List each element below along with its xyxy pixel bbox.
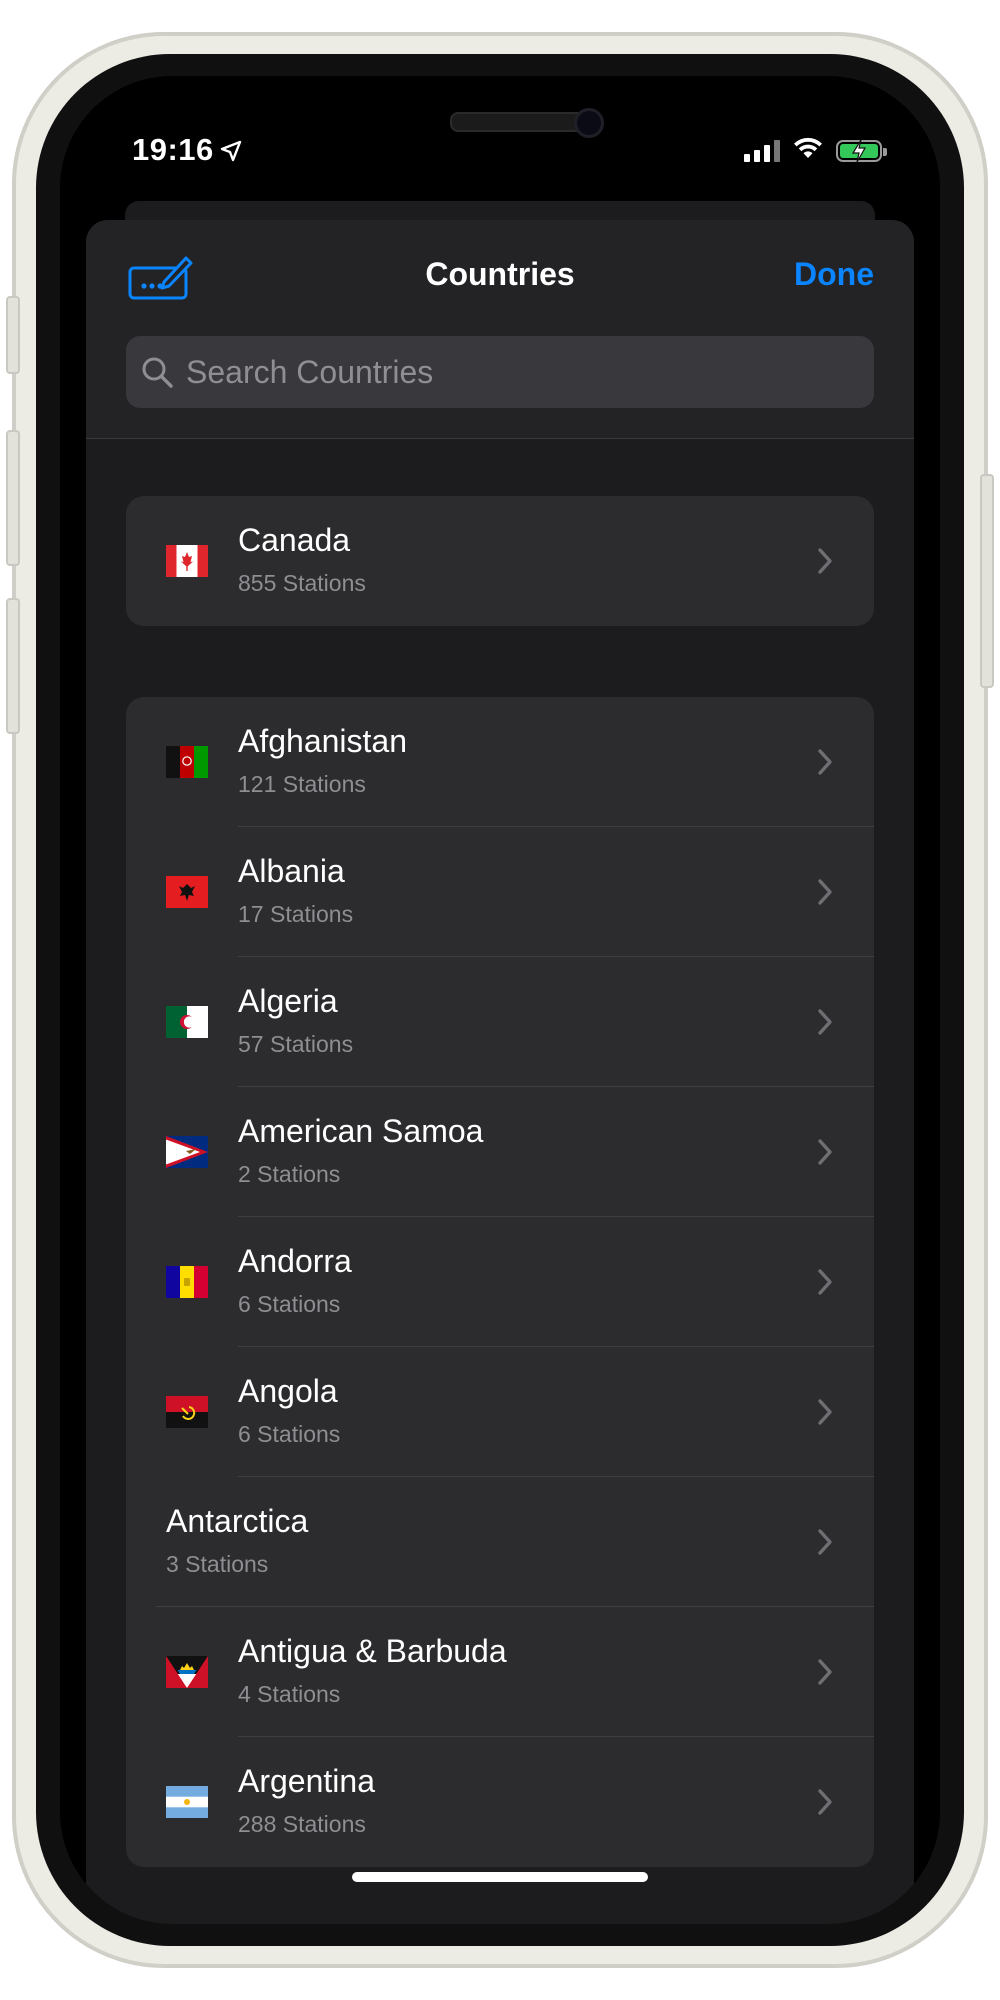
power-button [980,474,994,688]
country-row-andorra[interactable]: Andorra 6 Stations [126,1217,874,1347]
cellular-signal-icon [744,139,780,162]
countries-sheet: Countries Done Canada 855 Stations [86,220,914,1924]
country-row-antigua-barbuda[interactable]: Antigua & Barbuda 4 Stations [126,1607,874,1737]
status-indicators [744,136,887,165]
station-count: 57 Stations [238,1031,354,1057]
canada-flag-icon [166,545,208,577]
screen: 19:16 Countries Done Search Countries Ca… [60,76,940,1924]
country-name: Angola [238,1373,338,1409]
featured-country-group: Canada 855 Stations [126,496,874,626]
chevron-right-icon [818,1269,832,1295]
station-count: 6 Stations [238,1291,341,1317]
search-bar[interactable] [126,336,874,408]
country-name: Albania [238,853,345,889]
station-count: 121 Stations [238,771,366,797]
status-time: 19:16 [132,132,242,170]
andorra-flag-icon [166,1266,208,1298]
angola-flag-icon [166,1396,208,1428]
volume-down-button [6,598,20,734]
battery-icon [836,139,887,162]
chevron-right-icon [818,879,832,905]
country-row-afghanistan[interactable]: Afghanistan 121 Stations [126,697,874,827]
station-count: 288 Stations [238,1811,366,1837]
country-name: Afghanistan [238,723,408,759]
argentina-flag-icon [166,1786,208,1818]
chevron-right-icon [818,1529,832,1555]
albania-flag-icon [166,876,208,908]
chevron-right-icon [818,1659,832,1685]
search-icon [142,357,173,388]
chevron-right-icon [818,1399,832,1425]
station-count: 4 Stations [238,1681,341,1707]
station-count: 6 Stations [238,1421,341,1447]
status-time-text: 19:16 [132,132,214,167]
station-count: 2 Stations [238,1161,341,1187]
country-row-antarctica[interactable]: Antarctica 3 Stations [126,1477,874,1607]
country-name: Canada [238,522,351,558]
chevron-right-icon [818,1789,832,1815]
page-title: Countries [425,256,575,292]
chevron-right-icon [818,548,832,574]
antigua-barbuda-flag-icon [166,1656,208,1688]
country-row-argentina[interactable]: Argentina 288 Stations [126,1737,874,1867]
country-name: Antigua & Barbuda [238,1633,507,1669]
chevron-right-icon [818,1009,832,1035]
country-row-albania[interactable]: Albania 17 Stations [126,827,874,957]
volume-up-button [6,430,20,566]
algeria-flag-icon [166,1006,208,1038]
home-indicator[interactable] [352,1872,648,1882]
earpiece-speaker [450,112,592,132]
location-arrow-icon [220,134,242,170]
afghanistan-flag-icon [166,746,208,778]
country-name: Andorra [238,1243,352,1279]
station-count: 855 Stations [238,570,366,596]
american-samoa-flag-icon [166,1136,208,1168]
sheet-header: Countries Done [86,220,914,439]
station-count: 17 Stations [238,901,354,927]
country-name: Antarctica [166,1503,309,1539]
country-row-angola[interactable]: Angola 6 Stations [126,1347,874,1477]
search-input[interactable] [184,352,868,392]
country-name: Algeria [238,983,338,1019]
country-name: Argentina [238,1763,375,1799]
silent-switch [6,296,20,374]
countries-list: Afghanistan 121 Stations Albania 17 Stat… [126,697,874,1867]
done-button[interactable]: Done [794,256,874,293]
country-row-canada[interactable]: Canada 855 Stations [126,496,874,626]
station-count: 3 Stations [166,1551,269,1577]
country-row-american-samoa[interactable]: American Samoa 2 Stations [126,1087,874,1217]
wifi-icon [792,136,824,165]
front-camera [574,108,604,138]
chevron-right-icon [818,749,832,775]
chevron-right-icon [818,1139,832,1165]
country-name: American Samoa [238,1113,484,1149]
country-row-algeria[interactable]: Algeria 57 Stations [126,957,874,1087]
